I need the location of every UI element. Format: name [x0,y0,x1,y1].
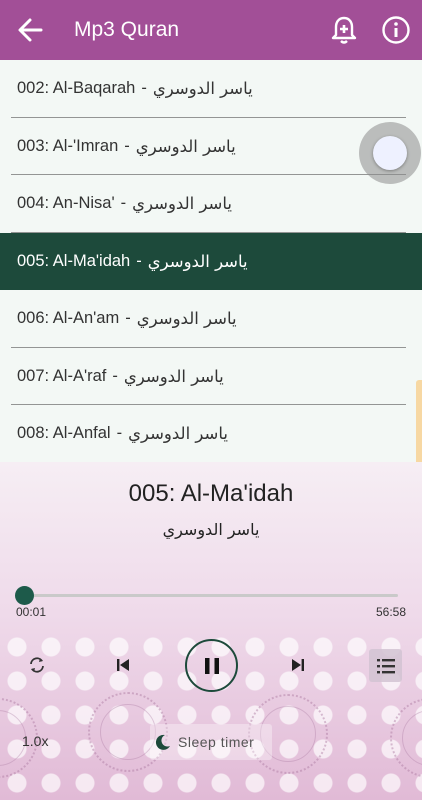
surah-name: 006: Al-An'am [17,309,120,328]
playlist-item[interactable]: 008: Al-Anfal - ياسر الدوسري [0,405,422,462]
reciter-name: ياسر الدوسري [128,424,228,444]
reciter-name: ياسر الدوسري [147,251,248,271]
now-playing-reciter: ياسر الدوسري [162,520,260,539]
info-icon [382,16,410,44]
floating-button[interactable] [359,122,421,184]
alarm-add-button[interactable] [318,0,370,60]
floating-button-inner [373,136,407,170]
sleep-timer-label: Sleep timer [178,734,255,750]
playlist-item[interactable]: 006: Al-An'am - ياسر الدوسري [0,290,422,348]
player-panel: 005: Al-Ma'idah ياسر الدوسري 00:01 56:58 [0,462,422,800]
sleep-timer-button[interactable]: Sleep timer [150,724,272,760]
pause-icon [204,657,219,674]
total-time: 56:58 [375,605,406,619]
reciter-name: ياسر الدوسري [152,79,253,99]
playlist-item[interactable]: 007: Al-A'raf - ياسر الدوسري [0,348,422,406]
repeat-icon [30,657,44,673]
current-time: 00:01 [16,605,47,619]
separator: - [116,424,123,443]
surah-name: 002: Al-Baqarah [17,79,136,98]
pause-button[interactable] [185,639,238,692]
playlist-icon [376,658,395,673]
info-button[interactable] [370,0,422,60]
separator: - [141,79,147,98]
previous-button[interactable] [106,648,140,682]
reciter-name: ياسر الدوسري [123,366,224,386]
repeat-button[interactable] [20,648,54,682]
playlist-item[interactable]: 002: Al-Baqarah - ياسر الدوسري [0,60,422,118]
back-button[interactable] [0,0,60,60]
separator: - [136,251,142,270]
progress-handle[interactable] [14,586,34,605]
playlist-item[interactable]: 004: An-Nisa' - ياسر الدوسري [0,175,422,233]
progress-bar[interactable] [14,586,398,605]
reciter-name: ياسر الدوسري [135,136,236,156]
surah-name: 005: Al-Ma'idah [17,251,131,270]
reciter-name: ياسر الدوسري [136,309,237,329]
now-playing-title: 005: Al-Ma'idah [128,480,294,507]
surah-name: 008: Al-Anfal [17,424,111,443]
previous-icon [117,659,129,671]
surah-name: 007: Al-A'raf [17,366,107,385]
surah-name: 003: Al-'Imran [17,136,119,155]
reciter-name: ياسر الدوسري [132,194,233,214]
moon-icon [155,734,170,750]
separator: - [112,366,118,385]
separator: - [124,136,130,155]
next-icon [292,659,304,671]
surah-name: 004: An-Nisa' [17,194,115,213]
arrow-left-icon [18,18,43,42]
playlist-item[interactable]: 005: Al-Ma'idah - ياسر الدوسري [0,232,422,290]
app-title: Mp3 Quran [74,18,180,41]
separator: - [125,309,131,328]
speed-button[interactable]: 1.0x [22,733,48,749]
surah-list: 002: Al-Baqarah - ياسر الدوسري 003: Al-'Imr… [0,60,422,462]
playlist-button[interactable] [369,649,402,682]
separator: - [120,194,127,213]
app-bar: Mp3 Quran [0,0,422,60]
next-button[interactable] [281,648,315,682]
bell-plus-icon [331,16,357,44]
